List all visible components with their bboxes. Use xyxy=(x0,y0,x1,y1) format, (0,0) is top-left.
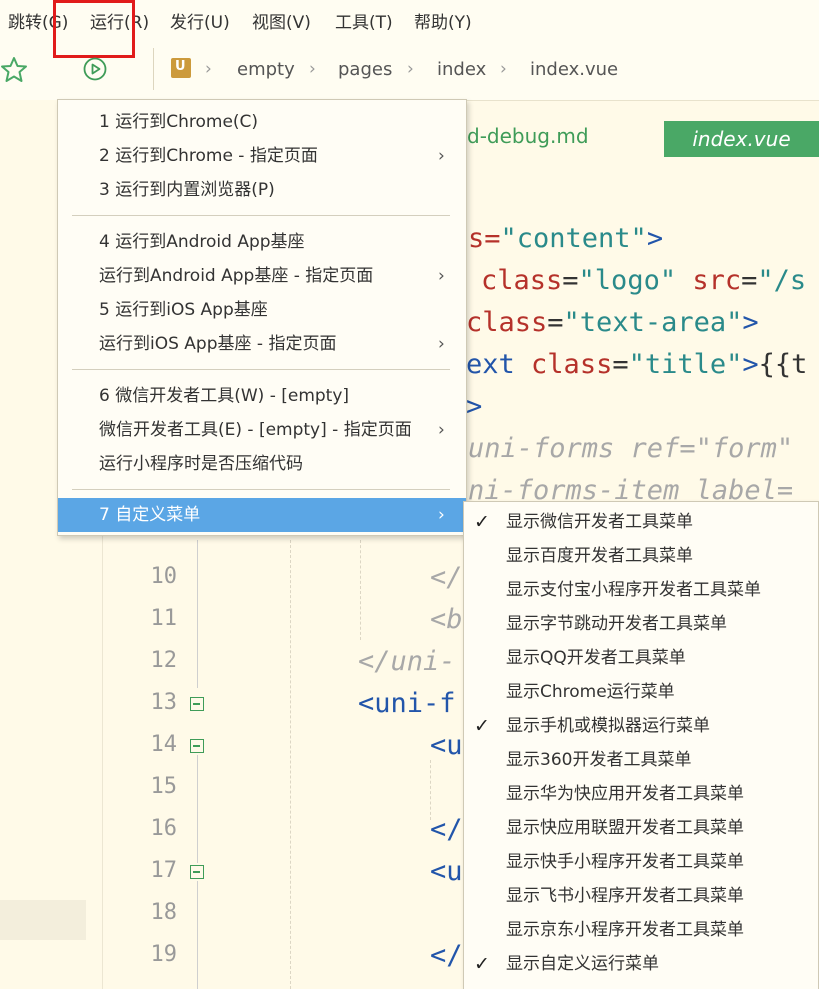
breadcrumb-chevron-icon: › xyxy=(500,59,507,79)
menu-publish[interactable]: 发行(U) xyxy=(170,8,230,33)
line-number: 19 xyxy=(150,942,178,967)
indent-guide xyxy=(430,760,431,820)
submenu-item[interactable]: 显示华为快应用开发者工具菜单 xyxy=(464,777,818,811)
line-number: 10 xyxy=(150,564,178,589)
custom-submenu: ✓ 显示微信开发者工具菜单 显示百度开发者工具菜单 显示支付宝小程序开发者工具菜单… xyxy=(463,501,819,989)
menu-item-run-builtin-browser[interactable]: 3 运行到内置浏览器(P) xyxy=(58,173,466,207)
line-number: 15 xyxy=(150,774,178,799)
line-number: 12 xyxy=(150,648,178,673)
submenu-item[interactable]: 显示支付宝小程序开发者工具菜单 xyxy=(464,573,818,607)
menu-item-wechat-devtools-page[interactable]: 微信开发者工具(E) - [empty] - 指定页面 › xyxy=(58,413,466,447)
line-number: 14 xyxy=(150,732,178,757)
submenu-item[interactable]: 显示飞书小程序开发者工具菜单 xyxy=(464,879,818,913)
breadcrumb-item[interactable]: empty xyxy=(237,59,295,80)
submenu-item[interactable]: 显示百度开发者工具菜单 xyxy=(464,539,818,573)
submenu-item[interactable]: 显示QQ开发者工具菜单 xyxy=(464,641,818,675)
menu-item-compress-code[interactable]: 运行小程序时是否压缩代码 xyxy=(58,447,466,481)
submenu-item[interactable]: 显示快手小程序开发者工具菜单 xyxy=(464,845,818,879)
code-line: > xyxy=(466,391,483,422)
chevron-right-icon: › xyxy=(438,420,445,440)
run-play-icon[interactable] xyxy=(83,57,107,81)
tab-index-vue[interactable]: index.vue xyxy=(664,121,819,157)
breadcrumb-chevron-icon: › xyxy=(309,59,316,79)
submenu-item[interactable]: 显示快应用联盟开发者工具菜单 xyxy=(464,811,818,845)
code-line: <u xyxy=(430,730,463,761)
menu-item-run-ios[interactable]: 5 运行到iOS App基座 xyxy=(58,293,466,327)
submenu-item[interactable]: 显示360开发者工具菜单 xyxy=(464,743,818,777)
submenu-item[interactable]: ✓ 显示手机或模拟器运行菜单 xyxy=(464,709,818,743)
code-line: class="logo" src="/s xyxy=(481,265,807,296)
code-line: </ xyxy=(430,940,463,971)
code-line: </ xyxy=(430,814,463,845)
code-line: class="text-area"> xyxy=(466,307,759,338)
code-line: uni-forms ref="form" xyxy=(468,433,794,464)
breadcrumb-item[interactable]: pages xyxy=(338,59,392,80)
fold-guide xyxy=(197,755,198,863)
star-icon[interactable] xyxy=(0,56,28,84)
menu-help[interactable]: 帮助(Y) xyxy=(414,8,472,33)
menu-item-run-android[interactable]: 4 运行到Android App基座 xyxy=(58,225,466,259)
run-button-highlight xyxy=(53,0,135,58)
menu-tools[interactable]: 工具(T) xyxy=(335,8,393,33)
submenu-item[interactable]: ✓ 显示自定义运行菜单 xyxy=(464,947,818,981)
chevron-right-icon: › xyxy=(438,334,445,354)
checkmark-icon: ✓ xyxy=(474,511,490,533)
explorer-selected-row[interactable] xyxy=(0,900,86,940)
line-number: 13 xyxy=(150,690,178,715)
menu-separator xyxy=(72,489,450,490)
run-dropdown-menu: 1 运行到Chrome(C) 2 运行到Chrome - 指定页面 › 3 运行到… xyxy=(57,99,467,536)
menu-separator xyxy=(72,369,450,370)
fold-guide xyxy=(197,881,198,989)
menu-view[interactable]: 视图(V) xyxy=(252,8,311,33)
submenu-item[interactable]: 显示字节跳动开发者工具菜单 xyxy=(464,607,818,641)
code-line: </uni- xyxy=(358,646,456,677)
indent-guide xyxy=(290,540,291,989)
line-number: 17 xyxy=(150,858,178,883)
fold-toggle-icon[interactable] xyxy=(190,739,204,753)
checkmark-icon: ✓ xyxy=(474,953,490,975)
submenu-item[interactable]: 显示京东小程序开发者工具菜单 xyxy=(464,913,818,947)
breadcrumb-chevron-icon: › xyxy=(407,59,414,79)
code-line: s="content"> xyxy=(468,223,664,254)
fold-toggle-icon[interactable] xyxy=(190,697,204,711)
code-line: </ xyxy=(430,562,463,593)
checkmark-icon: ✓ xyxy=(474,715,490,737)
submenu-item[interactable]: ✓ 显示微信开发者工具菜单 xyxy=(464,505,818,539)
menu-separator xyxy=(72,215,450,216)
line-number: 16 xyxy=(150,816,178,841)
project-icon: U xyxy=(171,58,191,78)
breadcrumb-chevron-icon: › xyxy=(205,59,212,79)
code-line: <uni-f xyxy=(358,688,456,719)
menu-item-custom-menu[interactable]: 7 自定义菜单 › xyxy=(58,498,466,532)
menu-item-wechat-devtools[interactable]: 6 微信开发者工具(W) - [empty] xyxy=(58,379,466,413)
line-number: 11 xyxy=(150,606,178,631)
code-line: <u xyxy=(430,856,463,887)
breadcrumb-item[interactable]: index.vue xyxy=(530,59,618,80)
breadcrumb-item[interactable]: index xyxy=(437,59,486,80)
menu-item-run-ios-page[interactable]: 运行到iOS App基座 - 指定页面 › xyxy=(58,327,466,361)
menu-item-run-chrome[interactable]: 1 运行到Chrome(C) xyxy=(58,105,466,139)
code-line: ext class="title">{{t xyxy=(466,349,808,380)
code-line: <b xyxy=(430,604,463,635)
chevron-right-icon: › xyxy=(438,505,445,525)
project-icon-letter: U xyxy=(175,59,186,74)
submenu-item[interactable]: 显示Chrome运行菜单 xyxy=(464,675,818,709)
fold-guide xyxy=(197,540,198,688)
menu-item-run-android-page[interactable]: 运行到Android App基座 - 指定页面 › xyxy=(58,259,466,293)
chevron-right-icon: › xyxy=(438,266,445,286)
menu-item-run-chrome-page[interactable]: 2 运行到Chrome - 指定页面 › xyxy=(58,139,466,173)
chevron-right-icon: › xyxy=(438,146,445,166)
tab-debug-md[interactable]: d-debug.md xyxy=(467,124,589,148)
indent-guide xyxy=(360,540,361,640)
fold-toggle-icon[interactable] xyxy=(190,865,204,879)
toolbar-divider xyxy=(153,48,154,90)
line-number: 18 xyxy=(150,900,178,925)
